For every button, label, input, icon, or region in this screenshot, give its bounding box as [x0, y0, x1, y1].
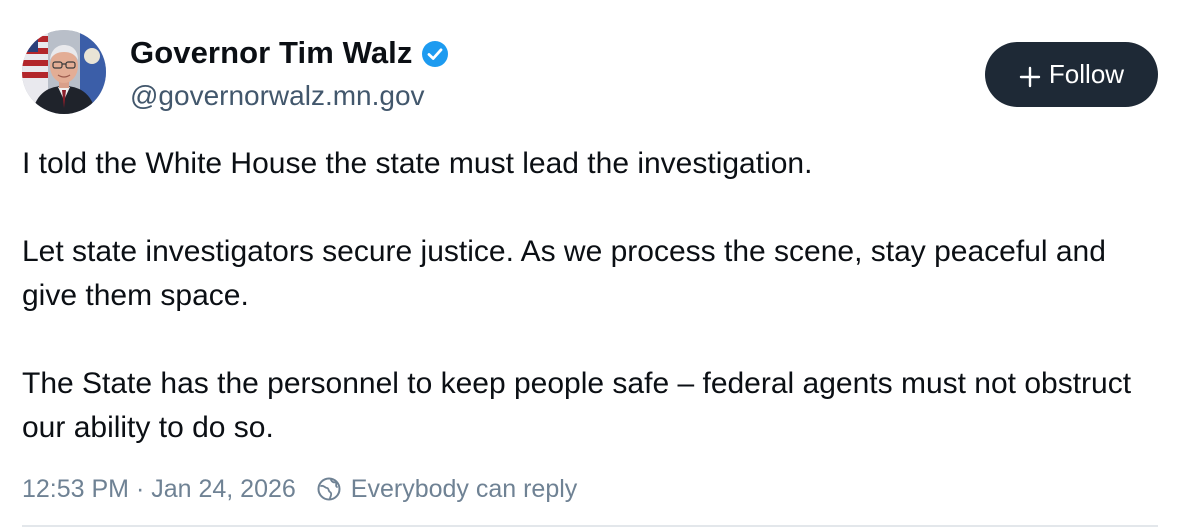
- display-name[interactable]: Governor Tim Walz: [130, 35, 412, 71]
- verified-badge-icon: [421, 40, 449, 68]
- reply-setting-label: Everybody can reply: [350, 474, 578, 503]
- post-paragraph: Let state investigators secure justice. …: [22, 235, 1106, 312]
- post-timestamp[interactable]: 12:53 PM · Jan 24, 2026: [22, 475, 296, 504]
- post-paragraph: I told the White House the state must le…: [22, 147, 813, 180]
- globe-icon: [316, 476, 342, 502]
- avatar[interactable]: [22, 30, 106, 114]
- post-meta: 12:53 PM · Jan 24, 2026 Everybody can re…: [22, 470, 577, 508]
- reply-setting: Everybody can reply: [316, 474, 578, 504]
- post-text: I told the White House the state must le…: [22, 142, 1162, 450]
- avatar-image: [22, 30, 106, 114]
- plus-icon: [1019, 64, 1041, 87]
- follow-button-label: Follow: [1048, 59, 1125, 89]
- author-handle[interactable]: @governorwalz.mn.gov: [130, 80, 425, 112]
- post-card: Governor Tim Walz @governorwalz.mn.gov F…: [0, 0, 1192, 532]
- author-row: Governor Tim Walz: [130, 33, 449, 73]
- post-paragraph: The State has the personnel to keep peop…: [22, 367, 1132, 444]
- divider: [22, 525, 1158, 527]
- follow-button[interactable]: Follow: [985, 42, 1158, 107]
